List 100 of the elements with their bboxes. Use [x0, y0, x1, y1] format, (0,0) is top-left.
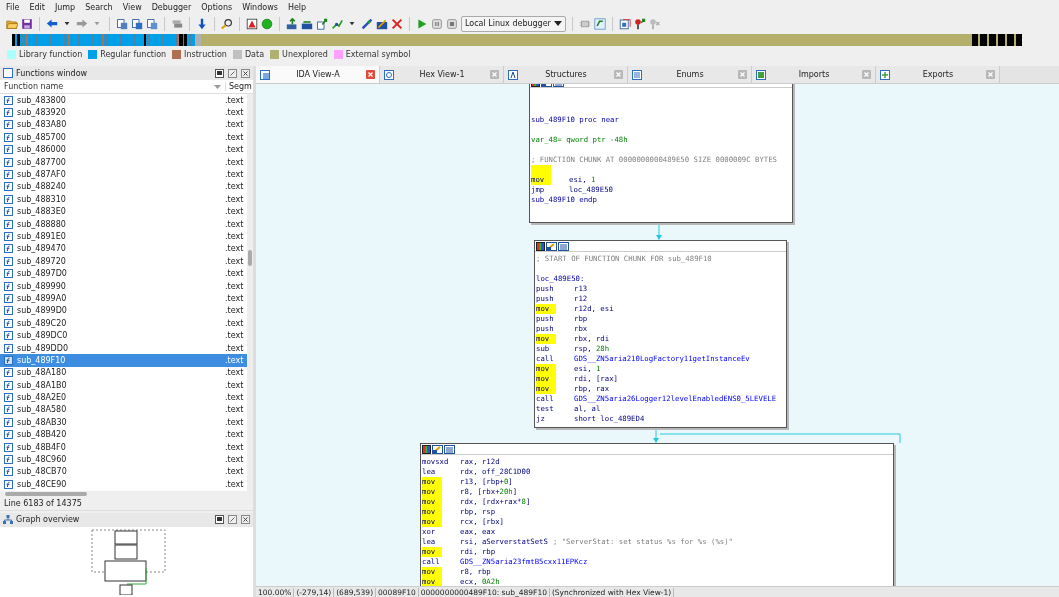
tab[interactable]: IDA View-A — [256, 66, 380, 83]
function-row[interactable]: sub_4899A0 .text — [0, 292, 247, 305]
function-row[interactable]: sub_4899D0 .text — [0, 304, 247, 318]
document-icon[interactable] — [116, 17, 128, 30]
pin-icon[interactable] — [633, 17, 646, 30]
pause-icon[interactable] — [431, 17, 443, 30]
tab[interactable]: Enums — [628, 66, 752, 83]
function-name: sub_48B4F0 — [17, 442, 67, 452]
segment-name: .text — [225, 219, 245, 229]
function-icon — [4, 244, 13, 254]
palette-icon[interactable] — [536, 241, 545, 251]
sort-icon — [214, 84, 221, 89]
function-row[interactable]: sub_485700 .text — [0, 131, 247, 144]
restore-icon[interactable] — [215, 515, 224, 524]
menu-item[interactable]: Options — [196, 2, 238, 12]
column-header[interactable]: Function name — [0, 82, 226, 91]
function-row[interactable]: sub_488310 .text — [0, 193, 247, 206]
function-row[interactable]: sub_483920 .text — [0, 106, 247, 119]
menu-item[interactable]: Search — [80, 2, 118, 12]
close-icon[interactable] — [241, 68, 250, 78]
function-row[interactable]: sub_489720 .text — [0, 255, 247, 268]
magnifier-icon[interactable] — [221, 17, 233, 30]
stop-icon[interactable] — [446, 17, 458, 30]
function-row[interactable]: sub_48CE90 .text — [0, 478, 247, 491]
function-row[interactable]: sub_4897D0 .text — [0, 267, 247, 280]
tab[interactable]: Hex View-1 — [380, 66, 504, 83]
function-row[interactable]: sub_48CB70 .text — [0, 465, 247, 479]
menu-item[interactable]: Jump — [49, 2, 81, 12]
column-header[interactable]: Segm — [226, 82, 253, 91]
function-row[interactable]: sub_48A180 .text — [0, 366, 247, 379]
tab[interactable]: Structures — [504, 66, 628, 83]
function-row[interactable]: sub_489470 .text — [0, 242, 247, 256]
document-icon[interactable] — [146, 17, 158, 30]
function-row[interactable]: sub_489C20 .text — [0, 317, 247, 330]
code-block[interactable] — [420, 443, 894, 586]
function-row[interactable]: sub_486000 .text — [0, 143, 247, 156]
function-row[interactable]: sub_48A580 .text — [0, 403, 247, 417]
detach-icon[interactable] — [228, 68, 237, 78]
function-row[interactable]: sub_48A1B0 .text — [0, 379, 247, 392]
menu-item[interactable]: Edit — [24, 2, 50, 12]
menu-item[interactable]: View — [117, 2, 147, 12]
menu-item[interactable]: Windows — [237, 2, 283, 12]
palette-icon[interactable] — [422, 444, 431, 454]
menu-item[interactable]: Help — [282, 2, 312, 12]
list-icon[interactable] — [558, 241, 569, 251]
function-row[interactable]: sub_4891E0 .text — [0, 230, 247, 243]
down-arrow-icon[interactable] — [196, 17, 208, 30]
code-block[interactable] — [534, 240, 787, 428]
segment-name: .text — [225, 132, 245, 142]
function-row[interactable]: sub_48C960 .text — [0, 453, 247, 466]
menu-item[interactable]: Debugger — [146, 2, 197, 12]
circle-icon[interactable] — [261, 17, 273, 30]
tab[interactable]: Imports — [752, 66, 876, 83]
document-icon[interactable] — [131, 17, 143, 30]
function-name: sub_4891E0 — [17, 232, 67, 241]
tab[interactable]: Exports — [876, 66, 1000, 83]
function-name: sub_4883E0 — [17, 207, 67, 217]
close-icon[interactable] — [391, 17, 403, 30]
list-icon[interactable] — [444, 444, 455, 454]
segment-name: .text — [225, 232, 245, 241]
function-row[interactable]: sub_48AB30 .text — [0, 416, 247, 429]
function-row[interactable]: sub_489990 .text — [0, 279, 247, 293]
function-row[interactable]: sub_487AF0 .text — [0, 168, 247, 181]
back-arrow-icon[interactable] — [46, 17, 58, 30]
segment-name: .text — [225, 467, 245, 477]
function-row[interactable]: sub_48B420 .text — [0, 428, 247, 441]
function-row[interactable]: sub_483800 .text — [0, 94, 247, 107]
function-row[interactable]: sub_489DD0 .text — [0, 341, 247, 355]
function-row[interactable]: sub_488880 .text — [0, 217, 247, 231]
restore-icon[interactable] — [215, 68, 224, 78]
segment-name: .text — [225, 244, 245, 254]
menu-item[interactable]: File — [1, 2, 25, 12]
play-icon[interactable] — [416, 17, 428, 30]
function-row[interactable]: sub_488240 .text — [0, 180, 247, 194]
vertical-scrollbar[interactable] — [247, 94, 253, 491]
function-row[interactable]: sub_4883E0 .text — [0, 205, 247, 218]
function-icon — [4, 256, 13, 266]
function-name: sub_489F10 — [17, 355, 67, 365]
panel-title: Graph overview — [16, 515, 81, 524]
navigation-band[interactable] — [12, 34, 1022, 46]
function-icon — [4, 108, 13, 118]
segment-name: .text — [225, 442, 245, 452]
stack-icon[interactable] — [171, 17, 183, 30]
function-row[interactable]: sub_48B4F0 .text — [0, 440, 247, 454]
warning-icon[interactable] — [246, 17, 258, 30]
detach-icon[interactable] — [228, 515, 237, 524]
close-icon[interactable] — [241, 515, 250, 524]
line-status: Line 6183 of 14375 — [0, 496, 253, 511]
function-row[interactable]: sub_483A80 .text — [0, 118, 247, 132]
function-name: sub_48C960 — [17, 455, 68, 464]
function-name: sub_48A180 — [17, 368, 68, 378]
debugger-select[interactable]: Local Linux debugger — [461, 15, 566, 32]
function-row[interactable]: sub_48A2E0 .text — [0, 391, 247, 404]
function-row[interactable]: sub_487700 .text — [0, 155, 247, 169]
function-icon — [4, 145, 13, 155]
function-icon — [3, 68, 13, 78]
function-icon — [4, 455, 13, 464]
function-row[interactable]: sub_489DC0 .text — [0, 329, 247, 342]
save-icon[interactable] — [21, 17, 33, 30]
segment-name: .text — [225, 269, 245, 279]
